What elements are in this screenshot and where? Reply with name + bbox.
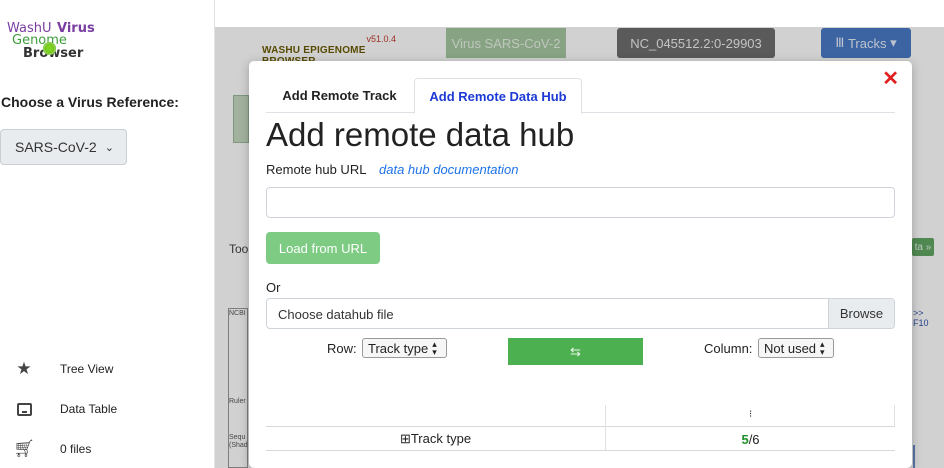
browse-button[interactable]: Browse bbox=[828, 299, 894, 328]
selected-count: 5 bbox=[741, 431, 749, 447]
updown-arrow-icon: ▴ ▾ bbox=[820, 339, 825, 357]
tab-add-remote-track[interactable]: Add Remote Track bbox=[266, 78, 413, 113]
virus-reference-heading: Choose a Virus Reference: bbox=[1, 94, 179, 110]
virus-particle-icon bbox=[43, 42, 56, 55]
updown-arrow-icon: ▴ ▾ bbox=[432, 339, 437, 357]
star-icon: ★ bbox=[16, 359, 32, 378]
swap-icon: ⇆ bbox=[570, 343, 581, 359]
total-count: /6 bbox=[748, 431, 760, 447]
row-select[interactable]: Track type ▴ ▾ bbox=[362, 338, 447, 358]
table-bottom-border bbox=[266, 450, 895, 451]
cart-icon: 🛒︎ bbox=[13, 439, 35, 458]
file-placeholder: Choose datahub file bbox=[278, 307, 394, 322]
chevron-down-icon: ⌄ bbox=[104, 141, 114, 154]
page-title: Add remote data hub bbox=[266, 116, 575, 153]
remote-hub-url-label: Remote hub URL bbox=[266, 162, 367, 177]
app-logo[interactable]: WashU Virus Genome Browser bbox=[7, 20, 107, 62]
sidebar-item-files[interactable]: 🛒︎ 0 files bbox=[13, 439, 92, 459]
column-header-marker: ⁝ bbox=[749, 409, 753, 420]
datahub-file-input[interactable]: Choose datahub file Browse bbox=[266, 298, 895, 329]
tab-add-remote-data-hub[interactable]: Add Remote Data Hub bbox=[414, 78, 582, 114]
add-remote-data-hub-modal: ✕ Add Remote Track Add Remote Data Hub A… bbox=[249, 61, 912, 468]
sidebar-item-label: Data Table bbox=[60, 402, 118, 416]
sidebar: WashU Virus Genome Browser Choose a Viru… bbox=[0, 0, 215, 468]
data-hub-documentation-link[interactable]: data hub documentation bbox=[379, 162, 519, 177]
modal-tabs: Add Remote Track Add Remote Data Hub bbox=[266, 78, 895, 114]
sidebar-item-tree-view[interactable]: ★ Tree View bbox=[14, 359, 113, 379]
column-select-value: Not used bbox=[764, 340, 817, 356]
column-label: Column: bbox=[704, 341, 753, 356]
table-row-label[interactable]: ⊞Track type bbox=[266, 428, 605, 450]
monitor-icon bbox=[14, 399, 34, 419]
virus-reference-value: SARS-CoV-2 bbox=[15, 139, 97, 155]
track-facet-table: ⁝ ⊞Track type 5/6 bbox=[266, 405, 895, 451]
sidebar-item-data-table[interactable]: Data Table bbox=[14, 399, 117, 419]
table-header: ⁝ bbox=[266, 405, 895, 450]
swap-row-column-button[interactable]: ⇆ bbox=[508, 338, 643, 365]
row-label: Row: bbox=[327, 341, 357, 356]
sidebar-item-label: Tree View bbox=[60, 362, 114, 376]
row-select-value: Track type bbox=[368, 340, 429, 356]
virus-reference-dropdown[interactable]: SARS-CoV-2 ⌄ bbox=[0, 129, 127, 165]
column-select[interactable]: Not used ▴ ▾ bbox=[758, 338, 834, 358]
sidebar-item-label: 0 files bbox=[60, 442, 92, 456]
table-right-border bbox=[894, 405, 895, 427]
remote-hub-url-input[interactable] bbox=[266, 187, 895, 218]
load-from-url-button[interactable]: Load from URL bbox=[266, 232, 380, 264]
table-count-cell[interactable]: 5/6 bbox=[606, 428, 895, 450]
or-label: Or bbox=[266, 280, 281, 295]
